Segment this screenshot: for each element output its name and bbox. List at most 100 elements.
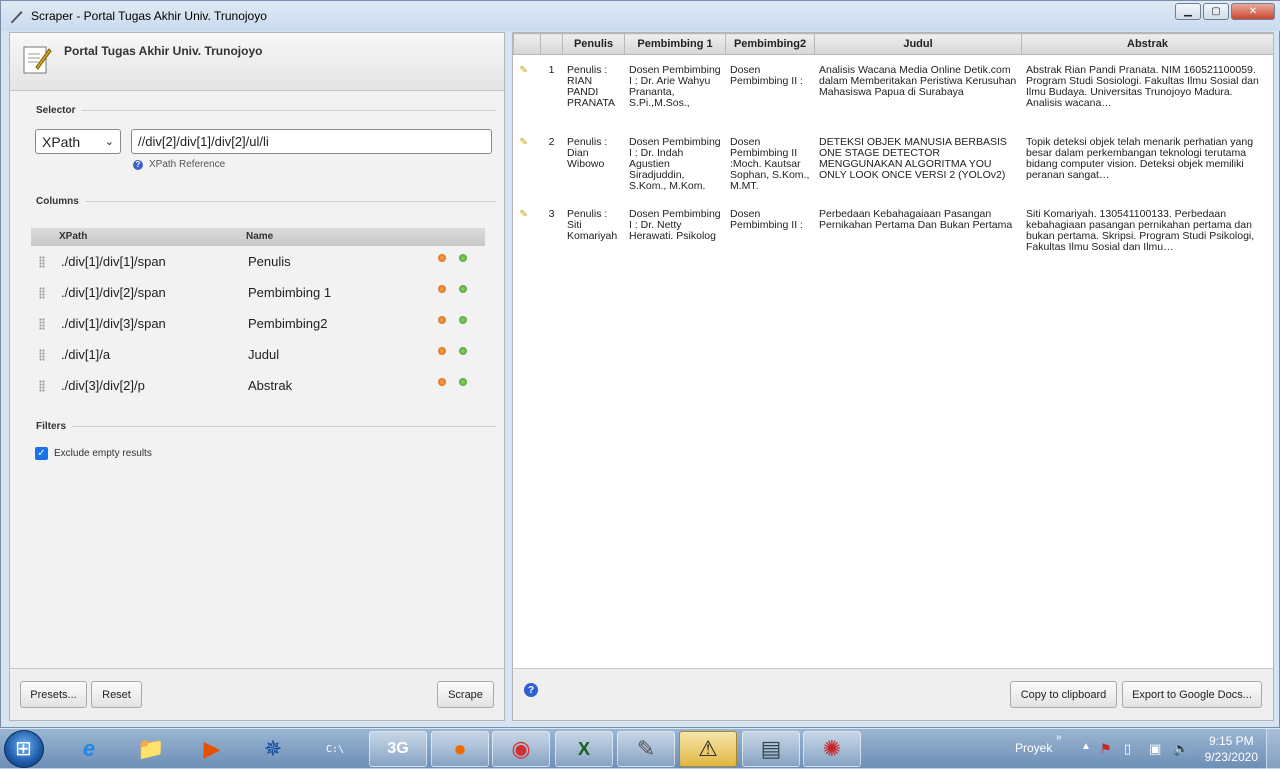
add-column-icon[interactable] <box>459 378 467 386</box>
add-column-icon[interactable] <box>459 254 467 262</box>
add-column-icon[interactable] <box>459 316 467 324</box>
command-prompt-icon[interactable]: C:\ <box>306 731 364 767</box>
export-to-google-docs-button[interactable]: Export to Google Docs... <box>1122 681 1262 708</box>
table-row: ✎ 3 Penulis : Siti Komariyah Dosen Pembi… <box>514 199 1274 259</box>
media-player-icon[interactable]: ▶ <box>183 731 241 767</box>
selector-section-label: Selector <box>20 105 496 116</box>
copy-to-clipboard-button[interactable]: Copy to clipboard <box>1010 681 1117 708</box>
site-title: Portal Tugas Akhir Univ. Trunojoyo <box>64 44 263 58</box>
drag-handle-icon[interactable] <box>39 287 45 299</box>
column-header-xpath: XPath <box>59 231 88 242</box>
column-xpath[interactable]: ./div[1]/a <box>61 347 110 362</box>
pencil-icon[interactable]: ✎ <box>520 137 530 148</box>
scrape-button[interactable]: Scrape <box>437 681 494 708</box>
network-icon[interactable]: ▣ <box>1149 741 1161 757</box>
cell-abstrak: Abstrak Rian Pandi Pranata. NIM 16052110… <box>1026 64 1259 109</box>
chrome-icon[interactable]: ◉ <box>492 731 550 767</box>
file-explorer-icon[interactable]: 📁 <box>122 731 180 767</box>
header-pembimbing-1[interactable]: Pembimbing 1 <box>624 33 726 55</box>
minimize-button[interactable]: ▁ <box>1175 3 1201 20</box>
start-button[interactable] <box>4 730 44 768</box>
column-name[interactable]: Pembimbing2 <box>248 316 328 331</box>
title-bar: Scraper - Portal Tugas Akhir Univ. Truno… <box>1 1 1280 31</box>
remove-column-icon[interactable] <box>438 254 446 262</box>
column-row: ./div[3]/div[2]/p Abstrak <box>31 370 485 401</box>
index-column-header <box>540 33 563 55</box>
results-pane: Penulis Pembimbing 1 Pembimbing2 Judul A… <box>512 32 1274 721</box>
notebook-icon[interactable]: ▤ <box>742 731 800 767</box>
row-index: 3 <box>548 207 555 220</box>
remove-column-icon[interactable] <box>438 378 446 386</box>
exclude-empty-checkbox[interactable]: ✓ <box>35 447 48 460</box>
firefox-icon[interactable]: ● <box>431 731 489 767</box>
network-error-icon[interactable]: ⚑ <box>1100 741 1112 757</box>
header-abstrak[interactable]: Abstrak <box>1021 33 1274 55</box>
show-hidden-icons-icon[interactable]: ▲ <box>1081 741 1091 752</box>
cell-penulis: Penulis : Siti Komariyah <box>567 207 618 242</box>
header-judul[interactable]: Judul <box>814 33 1022 55</box>
cell-pembimbing-2: Dosen Pembimbing II : <box>730 64 803 87</box>
clock[interactable]: 9:15 PM 9/23/2020 <box>1205 733 1258 765</box>
scraper-app-icon <box>11 11 23 23</box>
cell-pembimbing-1: Dosen Pembimbing I : Dr. Arie Wahyu Pran… <box>629 64 721 109</box>
chevron-right-icon[interactable]: » <box>1056 732 1062 743</box>
selector-type-dropdown[interactable]: XPath ⌄ <box>35 129 121 154</box>
cell-abstrak: Topik deteksi objek telah menarik perhat… <box>1026 135 1254 181</box>
remove-column-icon[interactable] <box>438 316 446 324</box>
cell-penulis: Penulis : RIAN PANDI PRANATA <box>567 64 616 109</box>
cell-pembimbing-2: Dosen Pembimbing II : <box>730 207 803 231</box>
drag-handle-icon[interactable] <box>39 349 45 361</box>
filters-section-label: Filters <box>20 421 496 432</box>
close-button[interactable]: ✕ <box>1231 3 1275 20</box>
column-xpath[interactable]: ./div[3]/div[2]/p <box>61 378 145 393</box>
maximize-button[interactable]: ▢ <box>1203 3 1229 20</box>
xpath-reference-link[interactable]: ? XPath Reference <box>133 159 225 170</box>
columns-section-label: Columns <box>20 196 496 207</box>
column-name[interactable]: Abstrak <box>248 378 292 393</box>
compass-icon[interactable]: ✵ <box>244 731 302 767</box>
exclude-empty-label: Exclude empty results <box>54 448 152 459</box>
column-xpath[interactable]: ./div[1]/div[1]/span <box>61 254 166 269</box>
cell-abstrak: Siti Komariyah. 130541100133. Perbedaan … <box>1026 207 1255 253</box>
drag-handle-icon[interactable] <box>39 318 45 330</box>
header-penulis[interactable]: Penulis <box>562 33 625 55</box>
columns-table-header: XPath Name <box>31 228 485 246</box>
cell-pembimbing-1: Dosen Pembimbing I : Dr. Netty Herawati.… <box>629 207 721 242</box>
show-desktop-button[interactable] <box>1266 729 1280 769</box>
remove-column-icon[interactable] <box>438 347 446 355</box>
column-name[interactable]: Judul <box>248 347 279 362</box>
pencil-icon[interactable]: ✎ <box>520 209 530 220</box>
3g-modem-icon[interactable]: 3G <box>369 731 427 767</box>
header-pembimbing-2[interactable]: Pembimbing2 <box>725 33 815 55</box>
cell-penulis: Penulis : Dian Wibowo <box>567 135 608 170</box>
device-icon[interactable]: ▯ <box>1124 741 1131 757</box>
drag-handle-icon[interactable] <box>39 256 45 268</box>
column-row: ./div[1]/div[3]/span Pembimbing2 <box>31 308 485 339</box>
volume-icon[interactable]: 🔈 <box>1173 741 1189 757</box>
scraper-notepad-icon[interactable]: ✎ <box>617 731 675 767</box>
colorful-app-icon[interactable]: ✺ <box>803 731 861 767</box>
pencil-icon[interactable]: ✎ <box>520 65 530 76</box>
toolbar-proyek-label[interactable]: Proyek <box>1015 741 1052 755</box>
add-column-icon[interactable] <box>459 285 467 293</box>
column-header-name: Name <box>246 231 274 242</box>
config-header: Portal Tugas Akhir Univ. Trunojoyo <box>10 33 504 91</box>
add-column-icon[interactable] <box>459 347 467 355</box>
help-icon[interactable]: ? <box>524 683 538 697</box>
column-xpath[interactable]: ./div[1]/div[3]/span <box>61 316 166 331</box>
chevron-down-icon: ⌄ <box>104 136 114 148</box>
drag-handle-icon[interactable] <box>39 380 45 392</box>
column-name[interactable]: Penulis <box>248 254 291 269</box>
reset-button[interactable]: Reset <box>91 681 142 708</box>
cell-pembimbing-2: Dosen Pembimbing II :Moch. Kautsar Sopha… <box>730 135 810 192</box>
edit-column-header <box>513 33 541 55</box>
warning-icon[interactable]: ⚠ <box>679 731 737 767</box>
presets-button[interactable]: Presets... <box>20 681 87 708</box>
column-xpath[interactable]: ./div[1]/div[2]/span <box>61 285 166 300</box>
excel-icon[interactable]: X <box>555 731 613 767</box>
xpath-selector-input[interactable]: //div[2]/div[1]/div[2]/ul/li <box>131 129 492 154</box>
column-name[interactable]: Pembimbing 1 <box>248 285 331 300</box>
table-row: ✎ 2 Penulis : Dian Wibowo Dosen Pembimbi… <box>514 127 1274 199</box>
remove-column-icon[interactable] <box>438 285 446 293</box>
internet-explorer-icon[interactable]: e <box>60 731 118 767</box>
